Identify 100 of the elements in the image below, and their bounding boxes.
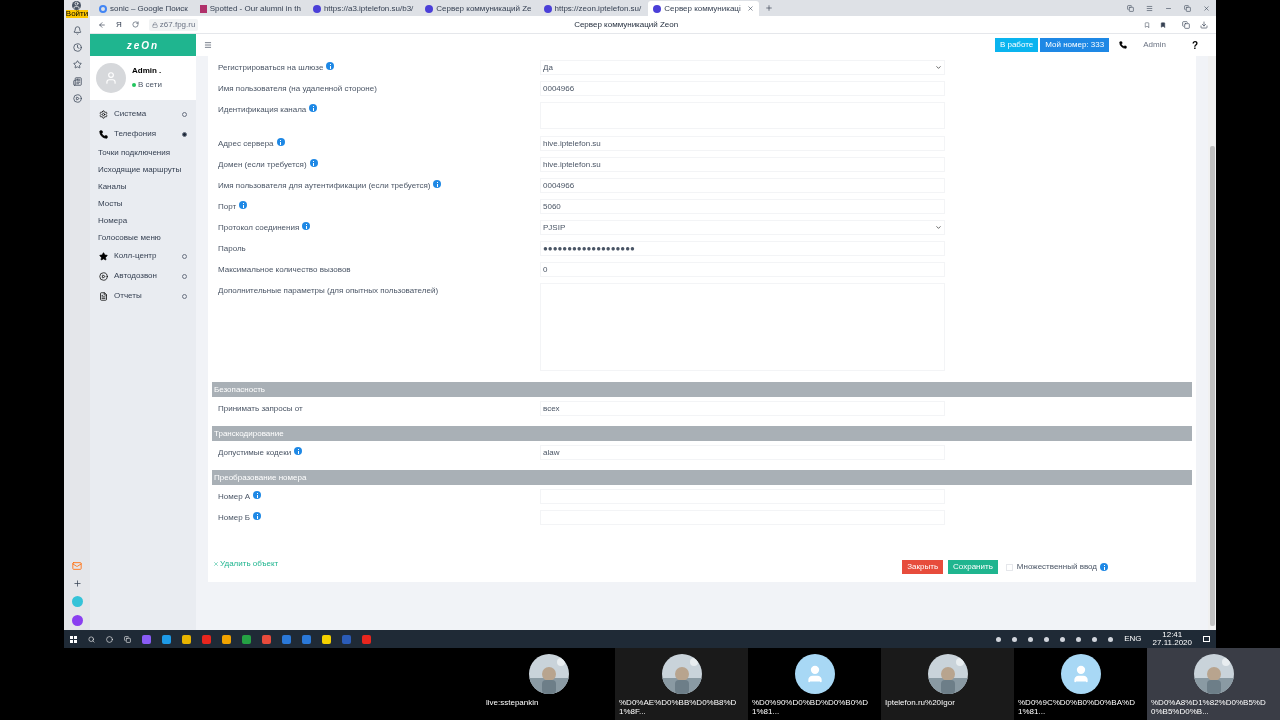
tray-icon[interactable] [1028,636,1034,642]
back-icon[interactable] [98,20,106,29]
field-label: Протокол соединения [218,222,300,234]
taskbar-app-icon[interactable] [242,634,251,644]
menu-icon[interactable] [1146,4,1153,12]
browser-tab[interactable]: Сервер коммуникаці [648,1,759,16]
input-field[interactable]: 0 [540,262,945,277]
participant-name: Iptelefon.ru%20Igor [884,698,956,707]
input-field[interactable]: 0004966 [540,178,945,193]
star-icon [99,251,108,261]
taskbar-app-icon[interactable] [322,634,331,644]
field-label: Домен (если требуется) [218,159,307,171]
help-button[interactable]: ? [1191,37,1198,53]
info-icon [302,222,311,230]
close-button[interactable]: Закрыть [902,560,944,574]
sidebar-item[interactable]: Автодозвон [90,266,196,286]
info-icon [294,447,303,455]
info-icon [239,201,248,209]
tabs-icon[interactable] [1182,20,1190,29]
star-icon[interactable] [72,60,82,69]
sidebar-subitem[interactable]: Номера [90,212,196,229]
bell-icon[interactable] [72,26,82,35]
sidebar-subitem[interactable]: Мосты [90,195,196,212]
participant-tile[interactable]: %D0%AE%D0%BB%D0%B8%D1%8F... [615,648,748,720]
participant-name: %D0%9C%D0%B0%D0%BA%D1%81... [1017,698,1136,716]
app-icon[interactable] [71,615,83,626]
address-field[interactable]: z67.fpg.ru [148,18,199,31]
new-tab-icon[interactable] [764,4,773,12]
sidebar-subitem[interactable]: Голосовые меню [90,229,196,246]
language-indicator[interactable]: ENG [1124,633,1142,645]
section-heading: Транскодирование [212,426,1192,441]
yandex-button[interactable]: Я [116,18,122,31]
reader-icon[interactable] [1144,21,1150,28]
browser-tab[interactable]: https://zeon.iptelefon.su/ [538,1,647,16]
info-icon [253,512,262,520]
tray-icon[interactable] [1076,636,1082,642]
input-field[interactable]: 0004966 [540,81,945,96]
tray-icon[interactable] [996,636,1002,642]
sidebar-item[interactable]: Отчеты [90,286,196,306]
input-field[interactable]: 5060 [540,199,945,214]
section-heading: Безопасность [212,382,1192,397]
input-field[interactable]: ●●●●●●●●●●●●●●●●●●● [540,241,945,256]
download-icon[interactable] [1200,20,1208,29]
sidebar-subitem[interactable]: Каналы [90,178,196,195]
select-field[interactable]: Да [540,60,945,75]
scrollbar[interactable] [1208,56,1216,630]
my-number-button[interactable]: Мой номер: 333 [1040,38,1110,52]
tab-label: https://zeon.iptelefon.su/ [554,2,642,15]
input-field[interactable]: alaw [540,445,945,460]
task-view-icon[interactable] [124,635,131,643]
tray-icon[interactable] [1044,636,1050,642]
select-field[interactable]: PJSIP [540,220,945,235]
lock-icon [151,21,158,28]
browser-tab[interactable]: sonic – Google Поиск [94,1,193,16]
start-icon[interactable] [70,635,77,643]
news-icon[interactable] [72,77,82,86]
field-label: Принимать запросы от [218,403,303,415]
close-icon [213,561,219,567]
browser-tab[interactable]: Сервер коммуникаций Ze [420,1,537,16]
close-icon[interactable] [746,5,754,12]
tab-label: Сервер коммуникаці [664,2,741,15]
browser-tab[interactable]: Spotted - Our alumni in th [194,1,306,16]
tray-icon[interactable] [1092,636,1098,642]
input-field[interactable]: hive.iptelefon.su [540,136,945,151]
tray-icon[interactable] [1108,636,1114,642]
field-label: Регистрироваться на шлюзе [218,62,324,74]
input-field[interactable]: hive.iptelefon.su [540,157,945,172]
reload-icon[interactable] [131,21,139,28]
play-icon[interactable] [72,94,82,103]
sidebar-item[interactable]: Система [90,104,196,124]
taskbar-app-icon[interactable] [182,634,191,644]
tray-icon[interactable] [1012,636,1018,642]
phone-icon[interactable] [1119,41,1128,49]
tab-label: Сервер коммуникаций Ze [436,2,532,15]
participant-tile[interactable]: %D0%A8%D1%82%D0%B5%D0%B5%D0%B... [1147,648,1280,720]
close-icon[interactable] [1203,4,1210,12]
collections-icon[interactable] [1127,4,1134,12]
sidebar-item[interactable]: Телефония [90,124,196,144]
cortana-icon[interactable] [106,635,113,643]
sidebar-item[interactable]: Колл-центр [90,246,196,266]
taskbar-app-icon[interactable] [222,634,231,644]
search-icon[interactable] [88,635,95,643]
history-icon[interactable] [72,43,82,52]
user-name[interactable]: Admin [1143,39,1166,51]
tray-icon[interactable] [1060,636,1066,642]
browser-tab[interactable]: https://a3.iptelefon.su/b3/ [307,1,419,16]
participant-tile[interactable]: Iptelefon.ru%20Igor [881,648,1014,720]
chevron-down-icon [935,224,942,231]
sidebar-subitem[interactable]: Точки подключения [90,144,196,161]
add-icon[interactable] [72,579,82,588]
notification-icon[interactable] [1203,636,1210,642]
bookmark-icon[interactable] [1160,21,1166,28]
sidebar-subitem[interactable]: Исходящие маршруты [90,161,196,178]
menu-icon[interactable] [204,41,212,49]
input-field[interactable]: всех [540,401,945,416]
checkbox[interactable] [1005,563,1013,571]
restore-icon[interactable] [1184,4,1191,12]
mail-icon[interactable] [72,561,82,571]
taskbar-app-icon[interactable] [162,634,171,644]
profile-badge[interactable]: Войти [65,1,89,18]
